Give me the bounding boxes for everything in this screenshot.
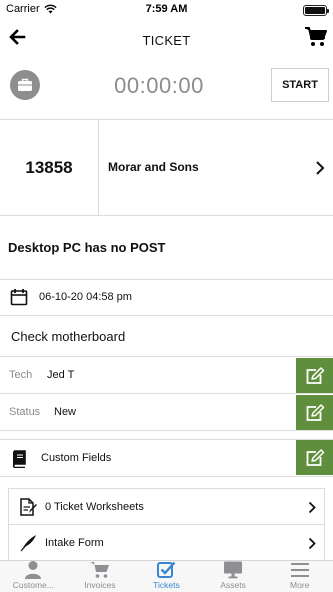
list-item-intake-form[interactable]: Intake Form	[9, 525, 324, 561]
page-title: TICKET	[142, 33, 191, 48]
tech-row: Tech Jed T	[0, 357, 333, 394]
briefcase-icon	[10, 70, 40, 100]
list-item-ticket-worksheets[interactable]: 0 Ticket Worksheets	[9, 489, 324, 525]
timer-display: 00:00:00	[114, 73, 204, 98]
tab-bar: Custome... Invoices Tickets Assets More	[0, 560, 333, 592]
tab-assets-label: Assets	[220, 580, 246, 590]
status-time: 7:59 AM	[145, 3, 188, 15]
book-icon	[12, 450, 26, 468]
created-datetime: 06-10-20 04:58 pm	[39, 291, 132, 303]
custom-fields-row[interactable]: Custom Fields	[0, 439, 333, 477]
intake-form-label: Intake Form	[45, 537, 104, 549]
cart-icon	[90, 562, 109, 578]
status-value: New	[54, 406, 77, 418]
ticket-links-list: 0 Ticket Worksheets Intake Form	[8, 488, 325, 560]
status-bar: Carrier 7:59 AM	[0, 0, 333, 20]
nav-bar: TICKET	[0, 20, 333, 60]
edit-icon	[306, 366, 324, 384]
ticket-subject: Desktop PC has no POST	[8, 240, 166, 255]
tab-tickets-label: Tickets	[153, 580, 180, 590]
tab-customers[interactable]: Custome...	[0, 561, 67, 592]
ticket-number: 13858	[0, 120, 99, 216]
tab-customers-label: Custome...	[12, 580, 54, 590]
menu-icon	[290, 563, 309, 577]
tech-label: Tech	[9, 369, 33, 381]
edit-status-button[interactable]	[296, 395, 333, 430]
tab-invoices-label: Invoices	[84, 580, 116, 590]
problem-description-row: Check motherboard	[0, 316, 333, 357]
ticket-subject-row: Desktop PC has no POST	[0, 216, 333, 280]
checkbox-icon	[157, 561, 176, 578]
edit-icon	[306, 403, 324, 421]
chevron-right-icon	[316, 161, 325, 175]
calendar-icon	[10, 289, 28, 306]
person-icon	[25, 561, 42, 579]
edit-custom-fields-button[interactable]	[296, 440, 333, 475]
edit-tech-button[interactable]	[296, 358, 333, 393]
chevron-right-icon	[308, 537, 316, 550]
created-date-row: 06-10-20 04:58 pm	[0, 280, 333, 316]
battery-icon	[303, 5, 329, 16]
status-row: Status New	[0, 394, 333, 431]
tab-more[interactable]: More	[266, 561, 333, 592]
tab-more-label: More	[289, 580, 310, 590]
cart-icon[interactable]	[305, 27, 327, 47]
chevron-right-icon	[308, 501, 316, 514]
customer-name: Morar and Sons	[108, 160, 199, 174]
start-timer-button[interactable]: START	[271, 68, 329, 102]
battery-fill	[305, 7, 325, 14]
custom-fields-label: Custom Fields	[41, 452, 112, 464]
tech-value: Jed T	[47, 369, 75, 381]
timer-row: 00:00:00 START	[0, 60, 333, 120]
edit-icon	[306, 448, 324, 466]
tab-assets[interactable]: Assets	[200, 561, 267, 592]
tab-invoices[interactable]: Invoices	[67, 561, 134, 592]
ticket-header[interactable]: 13858 Morar and Sons	[0, 120, 333, 216]
tab-tickets[interactable]: Tickets	[133, 561, 200, 592]
ticket-worksheets-label: 0 Ticket Worksheets	[45, 501, 144, 513]
status-label: Status	[9, 406, 41, 418]
worksheet-icon	[20, 498, 37, 516]
problem-description: Check motherboard	[11, 329, 126, 344]
quill-icon	[20, 535, 36, 552]
monitor-icon	[224, 561, 243, 579]
